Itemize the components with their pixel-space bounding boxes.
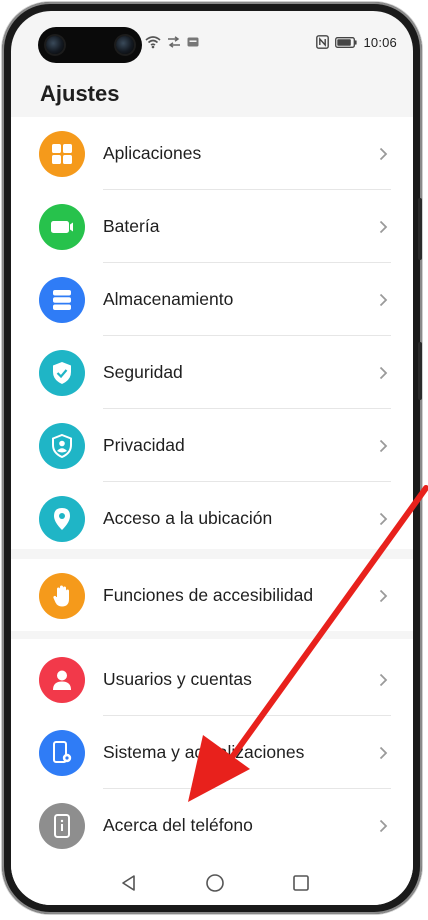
settings-item-sistema[interactable]: Sistema y actualizaciones	[11, 716, 413, 789]
location-pin-icon	[39, 496, 85, 542]
camera-lens-icon	[116, 36, 134, 54]
status-bar: 10:06	[11, 11, 413, 63]
settings-group: Aplicaciones Batería Almacenamiento Segu…	[11, 117, 413, 549]
home-icon[interactable]	[203, 871, 227, 895]
navigation-bar	[11, 861, 413, 905]
settings-item-label: Aplicaciones	[103, 143, 202, 163]
settings-item-usuarios[interactable]: Usuarios y cuentas	[11, 643, 413, 716]
phone-info-icon	[39, 803, 85, 849]
data-saver-icon	[168, 36, 180, 48]
status-right: 10:06	[316, 33, 397, 51]
chevron-right-icon	[375, 437, 391, 455]
settings-item-label: Acerca del teléfono	[103, 815, 253, 835]
chevron-right-icon	[375, 510, 391, 528]
chevron-right-icon	[375, 587, 391, 605]
settings-item-label: Seguridad	[103, 362, 183, 382]
settings-item-acerca-telefono[interactable]: Acerca del teléfono	[11, 789, 413, 862]
camera-lens-icon	[46, 36, 64, 54]
notification-icons	[145, 35, 199, 49]
notification-icon	[187, 37, 199, 47]
hand-icon	[39, 573, 85, 619]
power-button	[418, 342, 422, 400]
chevron-right-icon	[375, 218, 391, 236]
storage-icon	[39, 277, 85, 323]
chevron-right-icon	[375, 291, 391, 309]
settings-item-label: Usuarios y cuentas	[103, 669, 252, 689]
screen: 10:06 Ajustes Aplicaciones Batería Almac…	[11, 11, 413, 905]
chevron-right-icon	[375, 744, 391, 762]
chevron-right-icon	[375, 817, 391, 835]
battery-icon	[335, 36, 358, 48]
back-icon[interactable]	[117, 871, 141, 895]
volume-button	[418, 198, 422, 260]
nfc-icon	[316, 35, 330, 49]
front-camera	[38, 27, 142, 63]
privacy-shield-icon	[39, 423, 85, 469]
battery-icon	[39, 204, 85, 250]
settings-item-almacenamiento[interactable]: Almacenamiento	[11, 263, 413, 336]
settings-item-bateria[interactable]: Batería	[11, 190, 413, 263]
settings-item-label: Sistema y actualizaciones	[103, 742, 305, 762]
status-time: 10:06	[363, 34, 397, 50]
settings-item-label: Acceso a la ubicación	[103, 508, 273, 528]
chevron-right-icon	[375, 145, 391, 163]
shield-check-icon	[39, 350, 85, 396]
chevron-right-icon	[375, 671, 391, 689]
settings-item-label: Funciones de accesibilidad	[103, 585, 314, 605]
settings-item-label: Batería	[103, 216, 160, 236]
system-update-icon	[39, 730, 85, 776]
settings-item-ubicacion[interactable]: Acceso a la ubicación	[11, 482, 413, 555]
settings-item-accesibilidad[interactable]: Funciones de accesibilidad	[11, 559, 413, 632]
user-icon	[39, 657, 85, 703]
settings-item-label: Almacenamiento	[103, 289, 234, 309]
recents-icon[interactable]	[289, 871, 313, 895]
settings-item-aplicaciones[interactable]: Aplicaciones	[11, 117, 413, 190]
settings-item-seguridad[interactable]: Seguridad	[11, 336, 413, 409]
phone-frame: 10:06 Ajustes Aplicaciones Batería Almac…	[2, 2, 422, 914]
wifi-icon	[145, 35, 161, 48]
page-title: Ajustes	[40, 81, 120, 106]
settings-item-label: Privacidad	[103, 435, 185, 455]
chevron-right-icon	[375, 364, 391, 382]
settings-item-privacidad[interactable]: Privacidad	[11, 409, 413, 482]
apps-grid-icon	[39, 131, 85, 177]
settings-group: Funciones de accesibilidad	[11, 559, 413, 631]
